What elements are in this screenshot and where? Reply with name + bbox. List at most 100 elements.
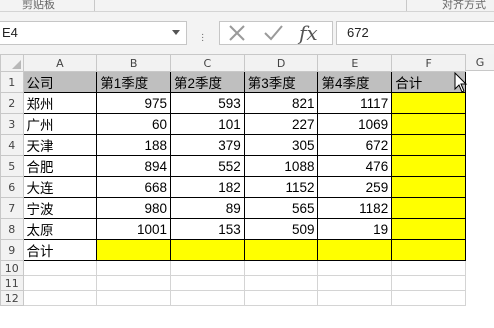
cell-empty[interactable] <box>96 290 171 306</box>
column-header-c[interactable]: C <box>170 54 245 72</box>
cell-value[interactable]: 101 <box>170 113 245 135</box>
row-header[interactable]: 8 <box>0 218 24 240</box>
row-header[interactable]: 6 <box>0 176 24 198</box>
column-header-g[interactable]: G <box>466 54 494 71</box>
cell-total[interactable] <box>317 239 393 261</box>
cell-empty[interactable] <box>96 275 171 291</box>
cell-total[interactable] <box>243 239 319 261</box>
cell-header-q3[interactable]: 第3季度 <box>243 71 319 93</box>
cell-value[interactable]: 894 <box>96 155 171 177</box>
cell-value[interactable]: 980 <box>96 197 171 219</box>
cell-company[interactable]: 大连 <box>22 176 98 198</box>
cell-empty[interactable] <box>170 290 245 306</box>
row-header[interactable]: 9 <box>0 239 24 261</box>
cell-total-label[interactable]: 合计 <box>22 239 98 261</box>
ribbon-group-clipboard[interactable]: 剪贴板 <box>22 0 55 11</box>
name-box[interactable]: E4 <box>0 21 187 45</box>
row-header[interactable]: 3 <box>0 113 24 135</box>
cell-value[interactable]: 975 <box>96 92 171 114</box>
cell-value[interactable]: 153 <box>170 218 245 240</box>
cell-total[interactable] <box>391 155 466 177</box>
column-header-a[interactable]: A <box>22 54 98 72</box>
cell-company[interactable]: 广州 <box>22 113 98 135</box>
cell-value[interactable]: 509 <box>243 218 319 240</box>
row-header[interactable]: 2 <box>0 92 24 114</box>
column-header-e[interactable]: E <box>317 54 393 72</box>
column-header-d[interactable]: D <box>243 54 319 72</box>
cell-value[interactable]: 821 <box>243 92 319 114</box>
cell-company[interactable]: 合肥 <box>22 155 98 177</box>
cell-total[interactable] <box>96 239 171 261</box>
cell-value[interactable]: 552 <box>170 155 245 177</box>
row-header[interactable]: 7 <box>0 197 24 219</box>
cell-empty[interactable] <box>96 260 171 276</box>
formula-bar-resize-handle[interactable]: · · · <box>201 30 204 46</box>
cell-value[interactable]: 89 <box>170 197 245 219</box>
cell-total[interactable] <box>391 134 466 156</box>
cell-value[interactable]: 1088 <box>243 155 319 177</box>
cell-total[interactable] <box>170 239 245 261</box>
select-all-corner[interactable] <box>0 54 24 72</box>
row-header[interactable]: 12 <box>0 290 24 306</box>
cell-total[interactable] <box>391 239 466 261</box>
chevron-down-icon[interactable] <box>172 30 180 35</box>
cell-empty[interactable] <box>317 275 393 291</box>
cell-value[interactable]: 379 <box>170 134 245 156</box>
row-header[interactable]: 5 <box>0 155 24 177</box>
cell-value[interactable]: 19 <box>317 218 393 240</box>
cell-value[interactable]: 1001 <box>96 218 171 240</box>
cell-company[interactable]: 天津 <box>22 134 98 156</box>
enter-icon[interactable] <box>262 23 284 43</box>
cell-value[interactable]: 188 <box>96 134 171 156</box>
cell-value[interactable]: 259 <box>317 176 393 198</box>
cell-value[interactable]: 668 <box>96 176 171 198</box>
cell-value[interactable]: 1069 <box>317 113 393 135</box>
ribbon-group-alignment[interactable]: 对齐方式 <box>442 0 486 11</box>
cell-header-q4[interactable]: 第4季度 <box>317 71 393 93</box>
formula-input[interactable]: 672 <box>336 21 494 45</box>
row-header[interactable]: 10 <box>0 260 24 276</box>
cell-value[interactable]: 1152 <box>243 176 319 198</box>
cell-total[interactable] <box>391 176 466 198</box>
cell-company[interactable]: 宁波 <box>22 197 98 219</box>
column-header-b[interactable]: B <box>96 54 171 72</box>
cell-value[interactable]: 60 <box>96 113 171 135</box>
column-header-f[interactable]: F <box>391 54 466 72</box>
cell-value[interactable]: 1117 <box>317 92 393 114</box>
column-g-area[interactable] <box>466 54 494 328</box>
row-header[interactable]: 1 <box>0 71 24 93</box>
cell-empty[interactable] <box>391 260 466 276</box>
cell-empty[interactable] <box>243 290 319 306</box>
cell-empty[interactable] <box>22 275 98 291</box>
cell-empty[interactable] <box>170 260 245 276</box>
cell-header-q2[interactable]: 第2季度 <box>170 71 245 93</box>
cell-empty[interactable] <box>22 260 98 276</box>
cell-empty[interactable] <box>170 275 245 291</box>
cell-empty[interactable] <box>317 290 393 306</box>
cell-value[interactable]: 1182 <box>317 197 393 219</box>
cell-empty[interactable] <box>391 290 466 306</box>
cell-total[interactable] <box>391 197 466 219</box>
cell-value[interactable]: 672 <box>317 134 393 156</box>
cell-value[interactable]: 227 <box>243 113 319 135</box>
cell-company[interactable]: 郑州 <box>22 92 98 114</box>
cell-value[interactable]: 182 <box>170 176 245 198</box>
cell-empty[interactable] <box>22 290 98 306</box>
cell-value[interactable]: 593 <box>170 92 245 114</box>
cell-empty[interactable] <box>317 260 393 276</box>
cancel-icon[interactable] <box>226 23 248 43</box>
cell-value[interactable]: 305 <box>243 134 319 156</box>
cell-empty[interactable] <box>243 260 319 276</box>
row-header[interactable]: 11 <box>0 275 24 291</box>
cell-total[interactable] <box>391 218 466 240</box>
cell-value[interactable]: 565 <box>243 197 319 219</box>
cell-header-q1[interactable]: 第1季度 <box>96 71 171 93</box>
cell-empty[interactable] <box>391 275 466 291</box>
cell-value[interactable]: 476 <box>317 155 393 177</box>
cell-empty[interactable] <box>243 275 319 291</box>
cell-total[interactable] <box>391 92 466 114</box>
cell-header-company[interactable]: 公司 <box>22 71 98 93</box>
insert-function-icon[interactable]: fx <box>299 22 325 44</box>
row-header[interactable]: 4 <box>0 134 24 156</box>
cell-company[interactable]: 太原 <box>22 218 98 240</box>
